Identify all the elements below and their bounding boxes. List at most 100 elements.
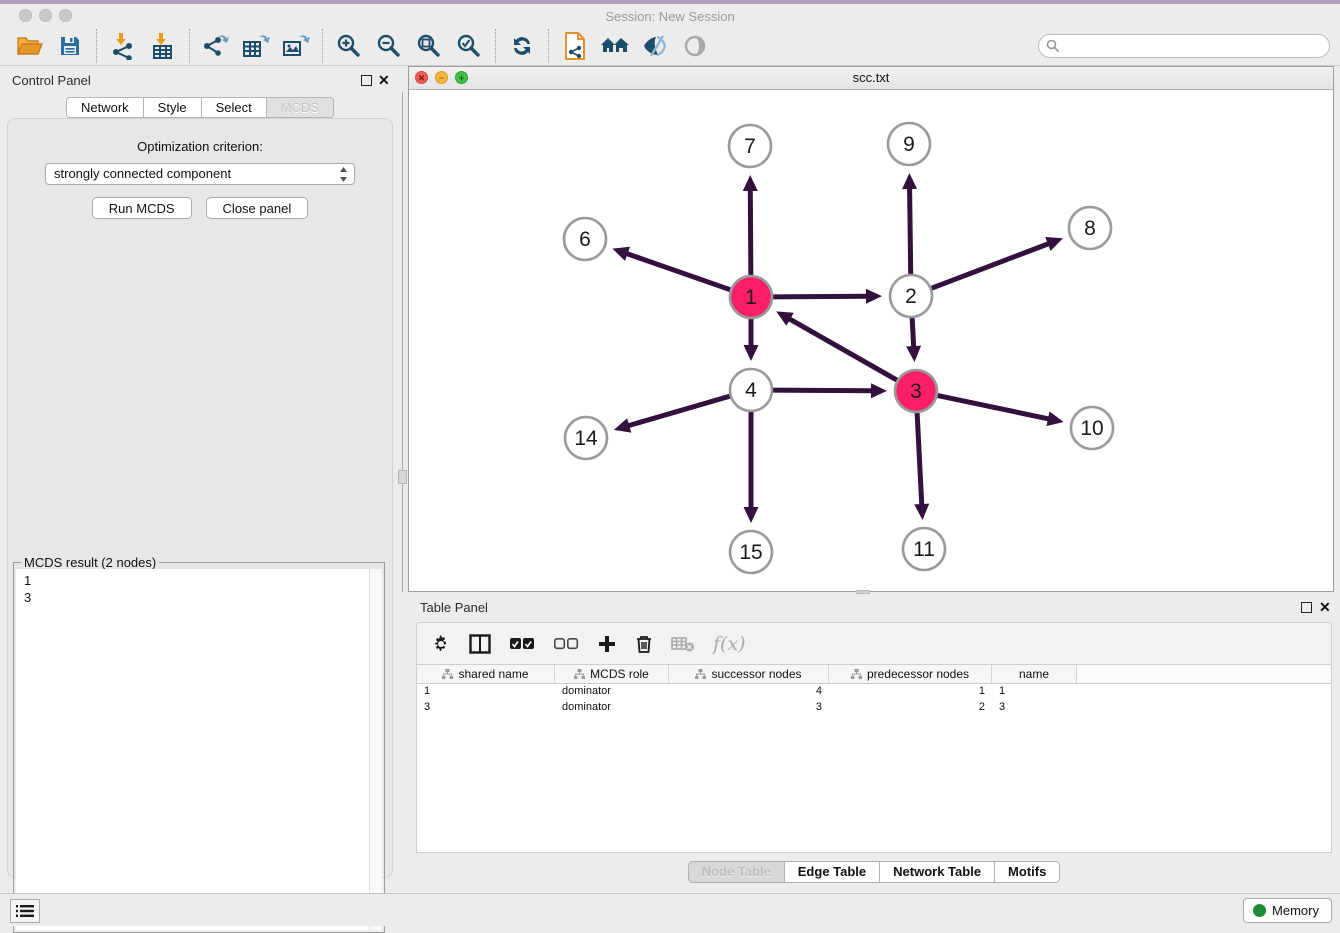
edge-1-7[interactable]: [750, 189, 751, 276]
import-table-icon[interactable]: [143, 29, 183, 63]
home-layout-icon[interactable]: [595, 29, 635, 63]
export-network-icon[interactable]: [196, 29, 236, 63]
cell-successor-nodes[interactable]: 4: [669, 684, 829, 700]
mcds-result-area[interactable]: 1 3: [16, 569, 382, 930]
edge-arrowhead-1-6: [612, 247, 630, 261]
edge-2-8[interactable]: [931, 243, 1050, 288]
column-hierarchy-icon: [442, 669, 453, 680]
column-hierarchy-icon: [695, 669, 706, 680]
table-row-3[interactable]: 3dominator323: [417, 700, 1331, 716]
edge-4-3[interactable]: [772, 390, 873, 391]
tab-network-table[interactable]: Network Table: [880, 861, 995, 883]
search-input[interactable]: [1038, 34, 1330, 58]
network-from-selection-icon[interactable]: [555, 29, 595, 63]
tab-node-table[interactable]: Node Table: [688, 861, 785, 883]
cell-successor-nodes[interactable]: 3: [669, 700, 829, 716]
cell-name[interactable]: 3: [992, 700, 1077, 716]
column-header-shared-name[interactable]: shared name: [417, 665, 555, 683]
select-all-checkboxes-icon[interactable]: [509, 637, 535, 651]
toolbar-separator: [96, 29, 97, 63]
zoom-fit-icon[interactable]: [409, 29, 449, 63]
edge-2-3[interactable]: [912, 317, 914, 348]
node-label-4: 4: [745, 379, 757, 402]
cell-shared-name[interactable]: 3: [417, 700, 555, 716]
node-label-3: 3: [910, 380, 922, 403]
node-label-1: 1: [745, 286, 757, 309]
toolbar-search: [1038, 34, 1330, 58]
edge-2-9[interactable]: [910, 187, 911, 275]
column-hierarchy-icon: [851, 669, 862, 680]
show-style-icon[interactable]: [635, 29, 675, 63]
close-panel-icon[interactable]: ✕: [378, 72, 390, 88]
delete-column-icon[interactable]: [635, 634, 653, 654]
mcds-panel: Optimization criterion: strongly connect…: [7, 118, 393, 878]
splitter-grip[interactable]: [398, 470, 407, 484]
edge-3-11[interactable]: [917, 412, 922, 506]
column-label: shared name: [458, 667, 528, 681]
optimization-criterion-label: Optimization criterion:: [8, 139, 392, 154]
show-graphics-disabled-icon[interactable]: [675, 29, 715, 63]
node-label-6: 6: [579, 228, 591, 251]
result-scrollbar[interactable]: [369, 569, 382, 930]
tab-motifs[interactable]: Motifs: [995, 861, 1060, 883]
vertical-splitter[interactable]: [402, 92, 403, 592]
deselect-all-checkboxes-icon[interactable]: [553, 637, 579, 651]
task-history-button[interactable]: [10, 899, 40, 923]
edge-4-14[interactable]: [627, 396, 731, 426]
settings-gear-icon[interactable]: [431, 634, 451, 654]
network-window-titlebar[interactable]: ✕ − + scc.txt: [409, 67, 1333, 90]
column-header-MCDS-role[interactable]: MCDS role: [555, 665, 669, 683]
column-header-successor-nodes[interactable]: successor nodes: [669, 665, 829, 683]
tab-edge-table[interactable]: Edge Table: [785, 861, 880, 883]
cell-predecessor-nodes[interactable]: 1: [829, 684, 992, 700]
node-label-8: 8: [1084, 217, 1096, 240]
column-label: MCDS role: [590, 667, 649, 681]
float-panel-icon[interactable]: [361, 75, 372, 86]
tab-style[interactable]: Style: [144, 97, 202, 118]
zoom-selected-icon[interactable]: [449, 29, 489, 63]
edge-arrowhead-3-10: [1046, 411, 1063, 426]
column-header-name[interactable]: name: [992, 665, 1077, 683]
table-close-icon[interactable]: ✕: [1319, 599, 1331, 615]
cell-shared-name[interactable]: 1: [417, 684, 555, 700]
edge-1-2[interactable]: [772, 296, 868, 297]
edge-1-6[interactable]: [626, 253, 732, 290]
cell-MCDS-role[interactable]: dominator: [555, 700, 669, 716]
close-panel-button[interactable]: Close panel: [206, 197, 309, 219]
export-table-icon[interactable]: [236, 29, 276, 63]
node-table[interactable]: shared name MCDS role successor nodes prede…: [416, 664, 1332, 853]
tab-select[interactable]: Select: [202, 97, 267, 118]
save-session-icon[interactable]: [50, 29, 90, 63]
tab-mcds[interactable]: MCDS: [267, 97, 334, 118]
table-row-1[interactable]: 1dominator411: [417, 684, 1331, 700]
run-mcds-button[interactable]: Run MCDS: [92, 197, 192, 219]
edge-3-1[interactable]: [788, 318, 897, 380]
column-layout-icon[interactable]: [469, 634, 491, 654]
horizontal-splitter-grip[interactable]: [856, 590, 870, 594]
cell-predecessor-nodes[interactable]: 2: [829, 700, 992, 716]
zoom-in-icon[interactable]: [329, 29, 369, 63]
control-panel-tabs: Network Style Select MCDS: [0, 97, 400, 118]
network-canvas[interactable]: 7968124314101511: [409, 90, 1333, 591]
node-label-9: 9: [903, 133, 915, 156]
tab-network[interactable]: Network: [66, 97, 144, 118]
table-tabs: Node Table Edge Table Network Table Moti…: [408, 861, 1340, 883]
edge-3-10[interactable]: [937, 395, 1050, 419]
edge-arrowhead-1-7: [743, 175, 758, 191]
refresh-layout-icon[interactable]: [502, 29, 542, 63]
cell-name[interactable]: 1: [992, 684, 1077, 700]
memory-label: Memory: [1272, 903, 1319, 918]
memory-button[interactable]: Memory: [1243, 898, 1332, 923]
table-float-icon[interactable]: [1301, 602, 1312, 613]
column-header-predecessor-nodes[interactable]: predecessor nodes: [829, 665, 992, 683]
zoom-out-icon[interactable]: [369, 29, 409, 63]
criterion-select[interactable]: strongly connected component: [45, 163, 355, 185]
edge-arrowhead-1-2: [866, 289, 882, 304]
column-hierarchy-icon: [574, 669, 585, 680]
open-folder-icon[interactable]: [10, 29, 50, 63]
cell-MCDS-role[interactable]: dominator: [555, 684, 669, 700]
export-image-icon[interactable]: [276, 29, 316, 63]
add-column-icon[interactable]: [597, 634, 617, 654]
import-network-icon[interactable]: [103, 29, 143, 63]
column-label: successor nodes: [711, 667, 801, 681]
